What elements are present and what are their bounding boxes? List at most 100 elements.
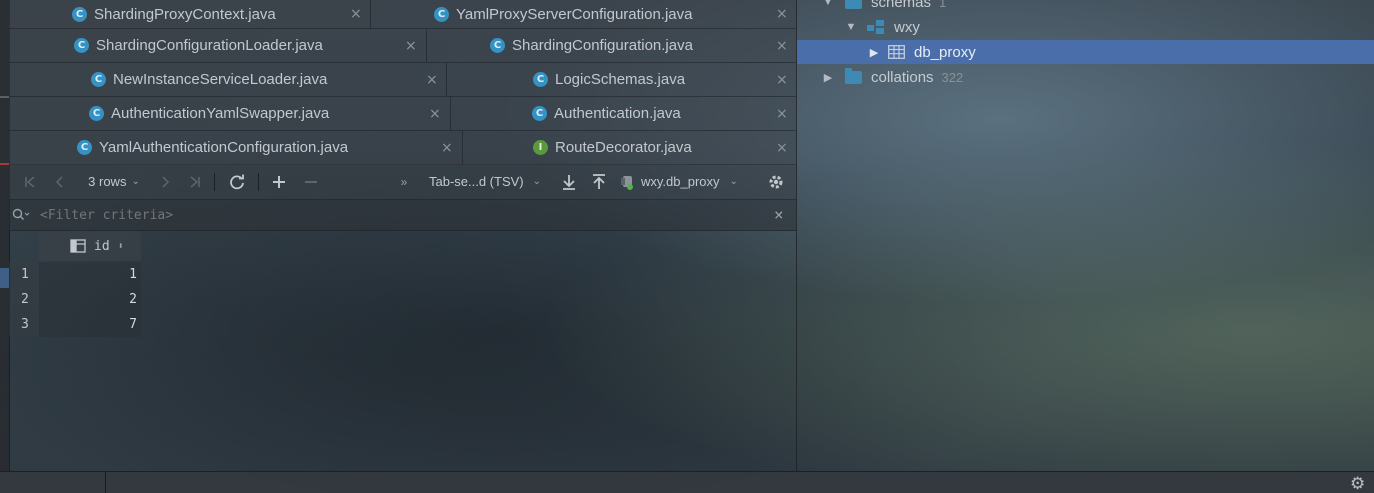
filter-bar: × xyxy=(9,200,796,231)
class-file-icon: C xyxy=(91,72,106,87)
tab-label: LogicSchemas.java xyxy=(555,71,686,88)
sort-icon[interactable]: ⬍ xyxy=(118,241,124,252)
tab-sharding-configuration[interactable]: C ShardingConfiguration.java × xyxy=(427,29,796,62)
chevron-down-icon: ⌄ xyxy=(131,176,140,187)
last-page-icon[interactable] xyxy=(184,164,206,199)
tree-item-collations[interactable]: ▶ collations 322 xyxy=(797,65,1374,89)
tree-item-db-proxy[interactable]: ▶ db_proxy xyxy=(797,40,1374,64)
gutter-error-mark xyxy=(0,163,9,165)
expanded-arrow-icon[interactable]: ▼ xyxy=(821,0,835,8)
column-icon xyxy=(70,239,86,253)
download-icon[interactable] xyxy=(557,164,581,199)
filter-input[interactable] xyxy=(38,206,742,224)
folder-icon xyxy=(845,67,862,84)
rows-dropdown[interactable]: 3 rows ⌄ xyxy=(79,164,149,199)
gear-icon[interactable]: ⚙ xyxy=(1350,474,1365,493)
result-grid: id ⬍ 1 2 3 1 2 7 xyxy=(9,231,796,471)
column-header-label: id xyxy=(94,238,110,254)
tree-item-wxy[interactable]: ▼ wxy xyxy=(797,15,1374,39)
first-page-icon[interactable] xyxy=(19,164,41,199)
search-icon xyxy=(12,208,32,222)
close-icon[interactable]: × xyxy=(776,6,788,22)
result-toolbar: 3 rows ⌄ » Tab-se...d (TSV) ⌄ wxy.db_pro… xyxy=(9,164,796,200)
close-icon[interactable]: × xyxy=(776,38,788,54)
tab-sharding-configuration-loader[interactable]: C ShardingConfigurationLoader.java × xyxy=(9,29,427,62)
close-icon[interactable]: × xyxy=(776,140,788,156)
close-icon[interactable]: × xyxy=(776,72,788,88)
class-file-icon: C xyxy=(74,38,89,53)
id-column-cells: 1 2 7 xyxy=(39,262,141,337)
datasource-selector[interactable]: wxy.db_proxy ⌄ xyxy=(621,164,761,199)
close-icon[interactable]: × xyxy=(426,72,438,88)
export-format-label: Tab-se...d (TSV) xyxy=(428,174,524,189)
collapsed-arrow-icon[interactable]: ▶ xyxy=(867,46,881,59)
delete-row-icon[interactable] xyxy=(299,164,323,199)
row-number-column: 1 2 3 xyxy=(9,262,39,337)
table-cell[interactable]: 7 xyxy=(39,312,141,337)
tree-item-label: wxy xyxy=(894,18,920,36)
tab-authentication[interactable]: C Authentication.java × xyxy=(451,97,796,130)
table-cell[interactable]: 2 xyxy=(39,287,141,312)
tab-row: C ShardingConfigurationLoader.java × C S… xyxy=(9,29,796,63)
tree-item-label: collations xyxy=(871,68,934,86)
settings-icon[interactable] xyxy=(763,164,789,199)
tree-item-label: schemas xyxy=(871,0,932,11)
tab-logic-schemas[interactable]: C LogicSchemas.java × xyxy=(447,63,796,96)
tree-item-count: 322 xyxy=(941,69,964,85)
tab-label: Authentication.java xyxy=(554,105,681,122)
tab-label: YamlAuthenticationConfiguration.java xyxy=(99,139,349,156)
datasource-icon xyxy=(621,175,637,190)
more-actions-icon[interactable]: » xyxy=(393,164,415,199)
class-file-icon: C xyxy=(533,72,548,87)
clear-filter-icon[interactable]: × xyxy=(774,205,784,224)
schema-icon xyxy=(867,20,885,34)
add-row-icon[interactable] xyxy=(267,164,291,199)
tab-authentication-yaml-swapper[interactable]: C AuthenticationYamlSwapper.java × xyxy=(9,97,451,130)
tab-yaml-authentication-configuration[interactable]: C YamlAuthenticationConfiguration.java × xyxy=(9,131,463,164)
gutter-selection-mark xyxy=(0,268,9,288)
close-icon[interactable]: × xyxy=(405,38,417,54)
tree-item-schemas[interactable]: ▼ schemas 1 xyxy=(797,0,1374,14)
ide-window: C ShardingProxyContext.java × C YamlProx… xyxy=(0,0,1374,493)
class-file-icon: C xyxy=(490,38,505,53)
status-bar-divider xyxy=(105,472,106,493)
tab-label: RouteDecorator.java xyxy=(555,139,692,156)
refresh-icon[interactable] xyxy=(225,164,249,199)
prev-page-icon[interactable] xyxy=(49,164,71,199)
tab-row: C YamlAuthenticationConfiguration.java ×… xyxy=(9,131,796,165)
gutter-mark xyxy=(0,96,9,98)
editor-tabs: C ShardingProxyContext.java × C YamlProx… xyxy=(9,0,796,165)
tab-row: C AuthenticationYamlSwapper.java × C Aut… xyxy=(9,97,796,131)
tab-row: C ShardingProxyContext.java × C YamlProx… xyxy=(9,0,796,29)
tab-yaml-proxy-server-configuration[interactable]: C YamlProxyServerConfiguration.java × xyxy=(371,0,796,28)
row-number[interactable]: 3 xyxy=(9,312,39,337)
class-file-icon: C xyxy=(72,6,87,22)
next-page-icon[interactable] xyxy=(154,164,176,199)
close-icon[interactable]: × xyxy=(776,106,788,122)
datasource-label: wxy.db_proxy xyxy=(641,174,720,189)
rows-label: 3 rows xyxy=(88,174,127,189)
close-icon[interactable]: × xyxy=(429,106,441,122)
tab-route-decorator[interactable]: I RouteDecorator.java × xyxy=(463,131,796,164)
tab-row: C NewInstanceServiceLoader.java × C Logi… xyxy=(9,63,796,97)
close-icon[interactable]: × xyxy=(441,140,453,156)
table-cell[interactable]: 1 xyxy=(39,262,141,287)
row-number[interactable]: 1 xyxy=(9,262,39,287)
tab-sharding-proxy-context[interactable]: C ShardingProxyContext.java × xyxy=(9,0,371,28)
expanded-arrow-icon[interactable]: ▼ xyxy=(844,21,858,33)
toolbar-separator xyxy=(258,173,259,191)
editor-pane: C ShardingProxyContext.java × C YamlProx… xyxy=(9,0,796,471)
export-format-dropdown[interactable]: Tab-se...d (TSV) ⌄ xyxy=(421,164,549,199)
folder-icon xyxy=(845,0,862,9)
close-icon[interactable]: × xyxy=(350,6,362,22)
collapsed-arrow-icon[interactable]: ▶ xyxy=(821,71,835,84)
row-number[interactable]: 2 xyxy=(9,287,39,312)
interface-file-icon: I xyxy=(533,140,548,155)
tree-item-count: 1 xyxy=(939,0,947,10)
column-header-id[interactable]: id ⬍ xyxy=(39,231,141,261)
class-file-icon: C xyxy=(434,6,449,22)
tab-new-instance-service-loader[interactable]: C NewInstanceServiceLoader.java × xyxy=(9,63,447,96)
upload-icon[interactable] xyxy=(587,164,611,199)
tab-label: ShardingConfigurationLoader.java xyxy=(96,37,323,54)
tab-label: ShardingConfiguration.java xyxy=(512,37,693,54)
